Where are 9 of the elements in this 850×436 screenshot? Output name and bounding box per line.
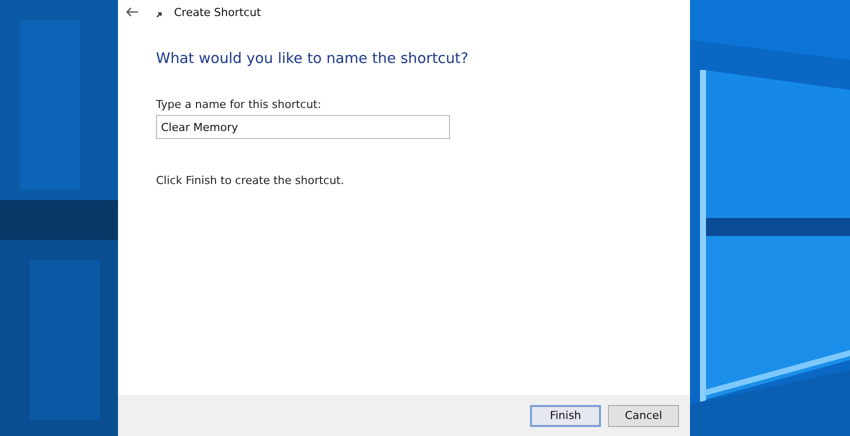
field-label: Type a name for this shortcut: [156,98,322,111]
instruction-text: Click Finish to create the shortcut. [156,174,346,187]
default-button[interactable]: Finish [530,404,601,426]
dialog-heading: What would you like to name the shortcut? [156,51,470,67]
back-arrow-icon[interactable] [126,7,138,17]
window-title: Create Shortcut [174,6,261,18]
shortcut-icon [156,12,162,18]
name-input-field[interactable]: Clear Memory [156,115,450,139]
dialog-button[interactable]: Cancel [608,404,679,426]
